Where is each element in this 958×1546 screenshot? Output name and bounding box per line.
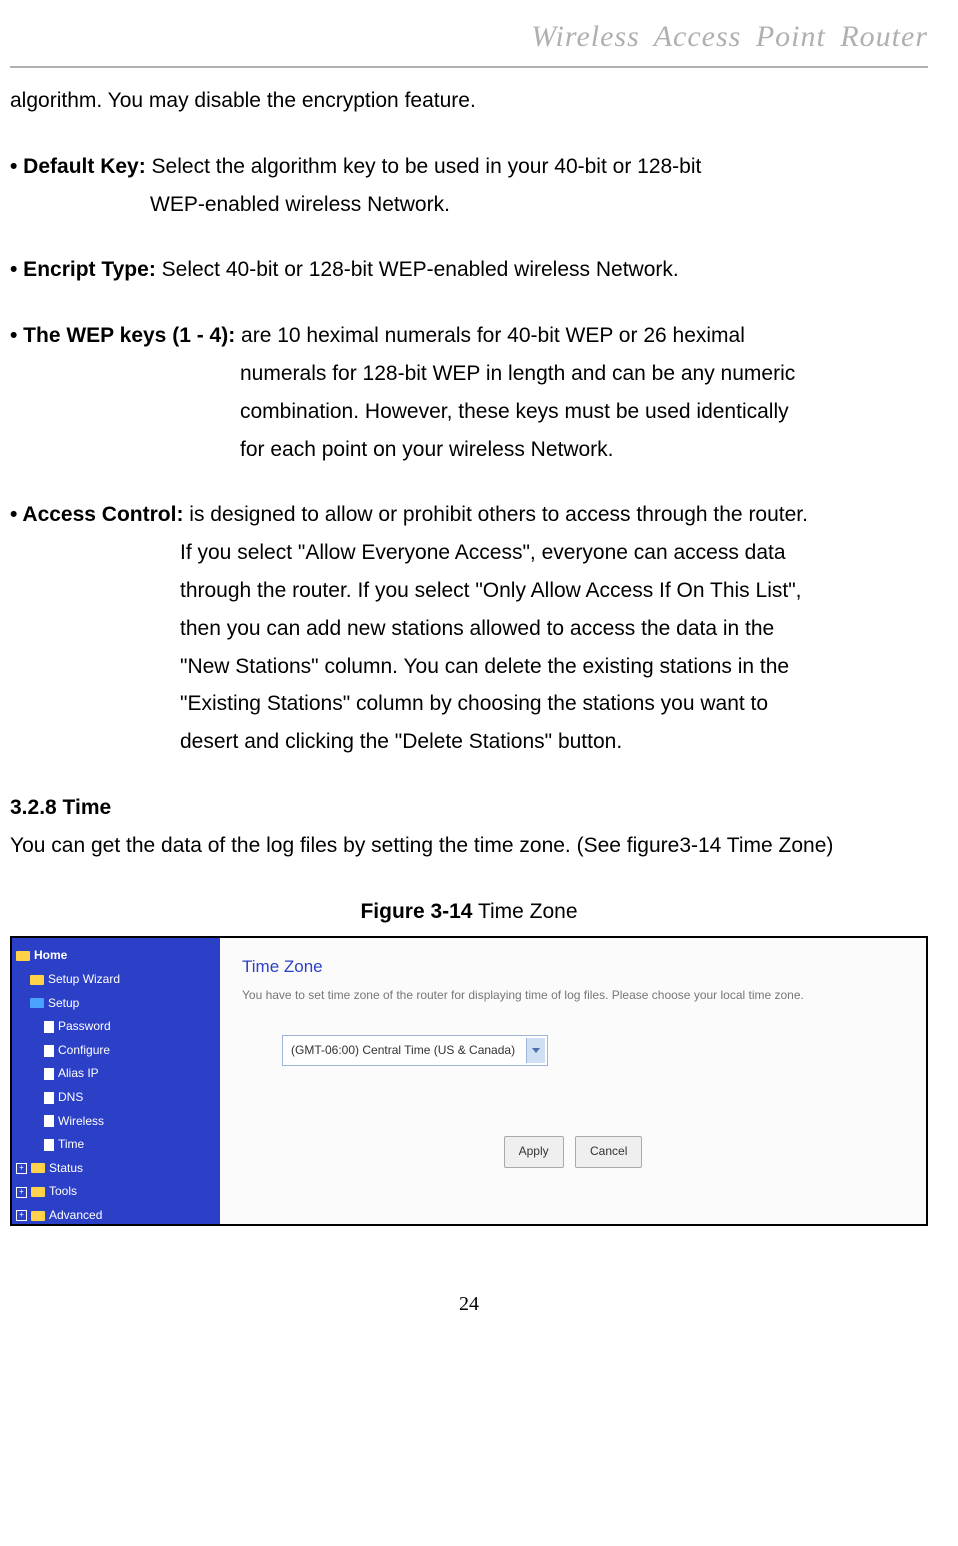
sidebar-label: Status [49,1158,83,1180]
sidebar-item-wireless[interactable]: Wireless [16,1110,216,1134]
sidebar-item-alias-ip[interactable]: Alias IP [16,1062,216,1086]
sidebar-label: Password [58,1016,111,1038]
encript-type-text: Select 40-bit or 128-bit WEP-enabled wir… [156,258,679,281]
sidebar-label: Tools [49,1181,77,1203]
folder-icon [31,1211,45,1221]
sidebar: Home Setup Wizard Setup Password Configu… [12,938,220,1224]
section-body: You can get the data of the log files by… [10,827,928,865]
access-control-line5: "New Stations" column. You can delete th… [180,648,928,686]
file-icon [44,1092,54,1104]
sidebar-item-password[interactable]: Password [16,1015,216,1039]
bullet-encript-type: • Encript Type: Select 40-bit or 128-bit… [10,251,928,289]
file-icon [44,1045,54,1057]
sidebar-label: Setup Wizard [48,969,120,991]
file-icon [44,1115,54,1127]
bullet-wep-keys: • The WEP keys (1 - 4): are 10 heximal n… [10,317,928,468]
sidebar-label: Home [34,945,67,967]
sidebar-label: Advanced [49,1205,102,1226]
wep-keys-line2: numerals for 128-bit WEP in length and c… [240,355,928,393]
access-control-line1: is designed to allow or prohibit others … [183,503,808,526]
figure-caption-rest: Time Zone [473,900,578,923]
file-icon [44,1068,54,1080]
default-key-line1: Select the algorithm key to be used in y… [146,155,702,178]
panel-description: You have to set time zone of the router … [242,985,904,1007]
chevron-down-icon [532,1048,540,1053]
apply-button[interactable]: Apply [504,1136,564,1168]
cancel-button[interactable]: Cancel [575,1136,642,1168]
folder-icon [30,975,44,985]
file-icon [44,1021,54,1033]
figure-screenshot: Home Setup Wizard Setup Password Configu… [10,936,928,1226]
file-icon [44,1139,54,1151]
page-number: 24 [10,1286,928,1322]
access-control-line7: desert and clicking the "Delete Stations… [180,723,928,761]
wep-keys-line1: are 10 heximal numerals for 40-bit WEP o… [235,324,745,347]
sidebar-item-configure[interactable]: Configure [16,1039,216,1063]
expand-icon[interactable]: + [16,1187,27,1198]
access-control-label: • Access Control: [10,503,183,526]
folder-icon [30,998,44,1008]
sidebar-item-setup[interactable]: Setup [16,992,216,1016]
wep-keys-line4: for each point on your wireless Network. [240,431,928,469]
sidebar-item-status[interactable]: + Status [16,1157,216,1181]
intro-text: algorithm. You may disable the encryptio… [10,82,928,120]
sidebar-item-time[interactable]: Time [16,1133,216,1157]
default-key-line2: WEP-enabled wireless Network. [150,186,928,224]
sidebar-label: Wireless [58,1111,104,1133]
access-control-line6: "Existing Stations" column by choosing t… [180,685,928,723]
expand-icon[interactable]: + [16,1163,27,1174]
folder-icon [31,1163,45,1173]
encript-type-label: • Encript Type: [10,258,156,281]
bullet-default-key: • Default Key: Select the algorithm key … [10,148,928,224]
sidebar-label: Setup [48,993,79,1015]
access-control-line2: If you select "Allow Everyone Access", e… [180,534,928,572]
timezone-select[interactable]: (GMT-06:00) Central Time (US & Canada) [282,1035,548,1067]
sidebar-label: Alias IP [58,1063,99,1085]
sidebar-item-dns[interactable]: DNS [16,1086,216,1110]
default-key-label: • Default Key: [10,155,146,178]
sidebar-label: Configure [58,1040,110,1062]
figure-caption: Figure 3-14 Time Zone [10,893,928,931]
sidebar-item-tools[interactable]: + Tools [16,1180,216,1204]
sidebar-label: Time [58,1134,84,1156]
access-control-line3: through the router. If you select "Only … [180,572,928,610]
sidebar-item-advanced[interactable]: + Advanced [16,1204,216,1226]
figure-caption-bold: Figure 3-14 [360,900,472,923]
panel-title: Time Zone [242,952,904,983]
content-panel: Time Zone You have to set time zone of t… [220,938,926,1224]
expand-icon[interactable]: + [16,1210,27,1221]
folder-icon [31,1187,45,1197]
sidebar-item-setup-wizard[interactable]: Setup Wizard [16,968,216,992]
wep-keys-line3: combination. However, these keys must be… [240,393,928,431]
header-title: Wireless Access Point Router [10,10,928,68]
sidebar-item-home[interactable]: Home [16,944,216,968]
access-control-line4: then you can add new stations allowed to… [180,610,928,648]
wep-keys-label: • The WEP keys (1 - 4): [10,324,235,347]
section-heading: 3.2.8 Time [10,789,928,827]
bullet-access-control: • Access Control: is designed to allow o… [10,496,928,761]
folder-icon [16,951,30,961]
timezone-select-value: (GMT-06:00) Central Time (US & Canada) [291,1043,515,1057]
sidebar-label: DNS [58,1087,83,1109]
